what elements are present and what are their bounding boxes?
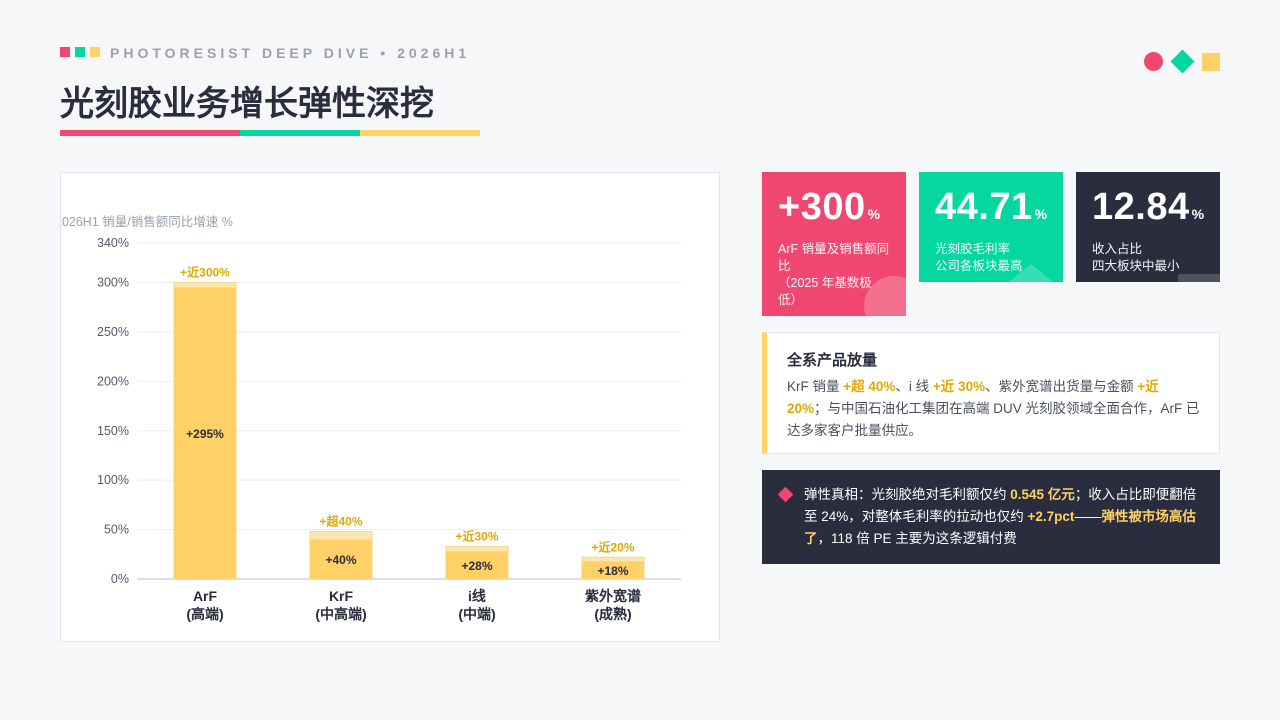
- x-tick-label: i线: [468, 588, 486, 604]
- bar-data-label: +295%: [186, 427, 224, 441]
- bar-chart: 2026H1 销量/销售额同比增速 % 0% 50% 100% 150% 200% 250%…: [61, 214, 681, 622]
- yellow-square: [90, 47, 100, 57]
- kpi-card-arf: +300% ArF 销量及销售额同比（2025 年基数极 低）: [762, 172, 906, 316]
- bar-top-label: +超40%: [319, 514, 362, 529]
- chart-panel: 2026H1 销量/销售额同比增速 % 0% 50% 100% 150% 200% 250%…: [60, 172, 720, 642]
- eyebrow-text: PHOTORESIST DEEP DIVE • 2026H1: [110, 45, 471, 61]
- x-tick-label: ArF: [193, 588, 218, 604]
- y-tick-label: 100%: [97, 473, 129, 487]
- y-tick-label: 200%: [97, 374, 129, 388]
- x-tick-label: (中高端): [315, 606, 366, 622]
- y-tick-label: 300%: [97, 276, 129, 290]
- x-tick-label: KrF: [329, 588, 354, 604]
- title-underline: [60, 130, 480, 136]
- info-heading: 全系产品放量: [787, 352, 878, 369]
- bar-data-label: +28%: [461, 559, 492, 573]
- circle-icon: [1144, 52, 1163, 71]
- y-tick-label: 250%: [97, 325, 129, 339]
- info-body: KrF 销量 +超 40%、i 线 +近 30%、紫外宽谱出货量与金额 +近 2…: [787, 379, 1200, 438]
- y-tick-label: 50%: [104, 523, 129, 537]
- bar-top-label: +近20%: [591, 539, 634, 554]
- eyebrow-squares: [60, 47, 100, 57]
- info-card: 全系产品放量 KrF 销量 +超 40%、i 线 +近 30%、紫外宽谱出货量与…: [762, 332, 1220, 454]
- page-title: 光刻胶业务增长弹性深挖: [60, 85, 434, 123]
- decor-triangle: [1009, 264, 1053, 282]
- kpi-card-margin: 44.71% 光刻胶毛利率 公司各板块最高: [919, 172, 1063, 282]
- bar-top-label: +近30%: [455, 528, 498, 543]
- x-tick-label: (中端): [458, 606, 495, 622]
- x-tick-label: (成熟): [594, 606, 631, 622]
- x-tick-label: 紫外宽谱: [585, 588, 641, 604]
- kpi-value: 12.84%: [1092, 186, 1205, 228]
- bar-top-label: +近300%: [180, 265, 230, 280]
- decor-bar: [1178, 274, 1220, 282]
- diamond-icon: [1170, 49, 1195, 74]
- note-body: 弹性真相：光刻胶绝对毛利额仅约 0.545 亿元；收入占比即便翻倍至 24%，对…: [804, 487, 1197, 546]
- square-icon: [1202, 52, 1220, 71]
- y-axis-title: 2026H1 销量/销售额同比增速 %: [61, 214, 233, 229]
- bar-data-label: +18%: [597, 564, 628, 578]
- kpi-value: +300%: [778, 186, 881, 228]
- note-card: 弹性真相：光刻胶绝对毛利额仅约 0.545 亿元；收入占比即便翻倍至 24%，对…: [762, 470, 1220, 564]
- diamond-bullet-icon: [777, 486, 794, 503]
- y-tick-label: 0%: [111, 572, 129, 586]
- green-square: [75, 47, 85, 57]
- red-square: [60, 47, 70, 57]
- x-tick-label: (高端): [186, 606, 223, 622]
- corner-decoration: [1144, 49, 1220, 74]
- bar-data-label: +40%: [325, 553, 356, 567]
- y-tick-label: 150%: [97, 424, 129, 438]
- y-tick-label: 340%: [97, 236, 129, 250]
- kpi-card-share: 12.84% 收入占比 四大板块中最小: [1076, 172, 1220, 282]
- kpi-value: 44.71%: [935, 186, 1048, 228]
- kpi-caption: 收入占比 四大板块中最小: [1092, 242, 1180, 273]
